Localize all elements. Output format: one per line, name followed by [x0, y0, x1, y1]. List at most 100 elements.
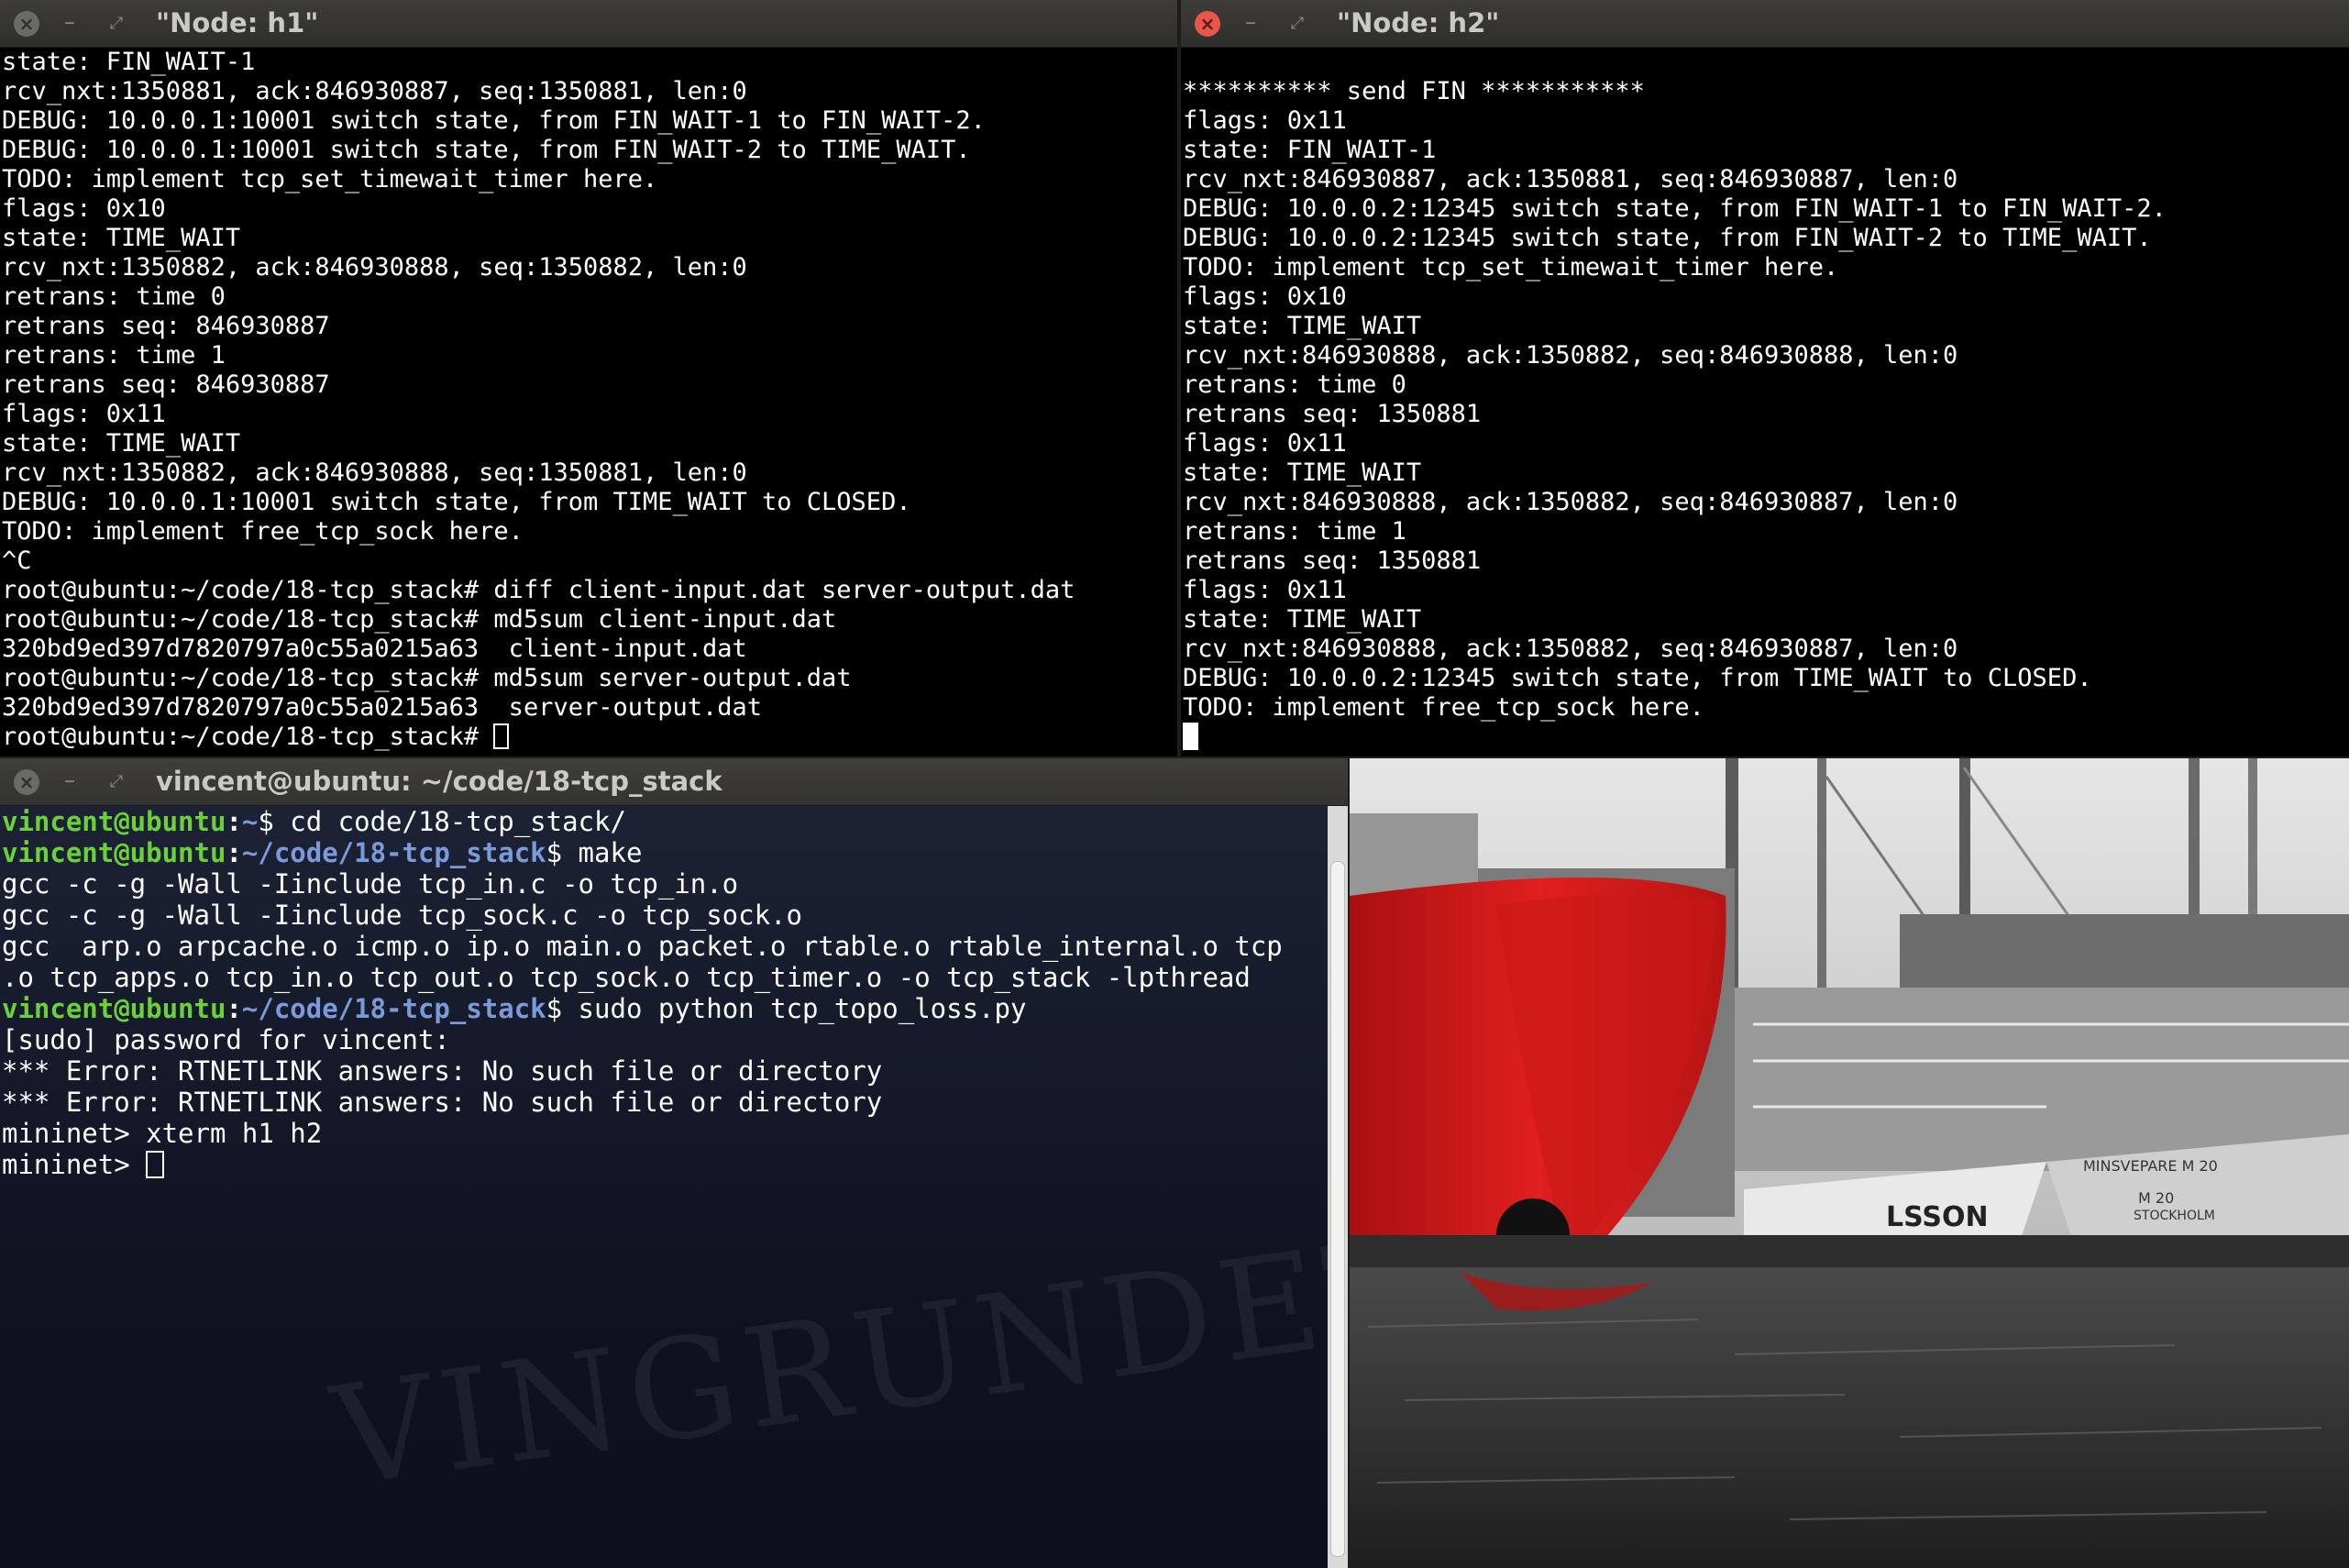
output-line: DEBUG: 10.0.0.1:10001 switch state, from… [2, 488, 911, 516]
output-line: flags: 0x11 [1183, 576, 1347, 604]
window-title: vincent@ubuntu: ~/code/18-tcp_stack [156, 766, 722, 797]
output-line: TODO: implement free_tcp_sock here. [1183, 693, 1704, 722]
maximize-icon[interactable]: ⤢ [1285, 11, 1310, 37]
output-lines: ********** send FIN *********** flags: 0x… [1181, 48, 2349, 723]
output-line: TODO: implement tcp_set_timewait_timer h… [1183, 253, 1839, 282]
output-line: state: FIN_WAIT-1 [1183, 136, 1437, 164]
boat-number: M 20 [2138, 1189, 2174, 1207]
output-line: flags: 0x11 [1183, 429, 1347, 458]
scrollbar[interactable] [1328, 806, 1348, 1568]
output-line: DEBUG: 10.0.0.2:12345 switch state, from… [1183, 194, 2167, 223]
xterm-window-h2[interactable]: × – ⤢ "Node: h2" ********** send FIN ***… [1181, 0, 2349, 756]
terminal-output[interactable]: state: FIN_WAIT-1 rcv_nxt:1350881, ack:84… [0, 48, 1177, 756]
prompt-line: root@ubuntu:~/code/18-tcp_stack# [0, 723, 1177, 752]
output-line: rcv_nxt:1350882, ack:846930888, seq:1350… [2, 253, 747, 282]
output-line: DEBUG: 10.0.0.1:10001 switch state, from… [2, 106, 986, 135]
close-icon[interactable]: × [14, 769, 39, 795]
output-line: state: TIME_WAIT [2, 429, 241, 458]
output-line: gcc arp.o arpcache.o icmp.o ip.o main.o … [2, 931, 1283, 962]
window-title: "Node: h1" [156, 7, 319, 39]
titlebar[interactable]: × – ⤢ vincent@ubuntu: ~/code/18-tcp_stac… [0, 758, 1348, 806]
output-line: .o tcp_apps.o tcp_in.o tcp_out.o tcp_soc… [2, 962, 1251, 993]
close-icon[interactable]: × [14, 11, 39, 37]
xterm-window-h1[interactable]: × – ⤢ "Node: h1" state: FIN_WAIT-1 rcv_nx… [0, 0, 1177, 756]
output-line: retrans: time 1 [2, 341, 226, 370]
maximize-icon[interactable]: ⤢ [104, 11, 129, 37]
text-cursor [1183, 723, 1198, 750]
output-line: flags: 0x11 [1183, 106, 1347, 135]
output-line: state: TIME_WAIT [1183, 605, 1422, 634]
command: $ cd code/18-tcp_stack/ [258, 806, 626, 837]
minimize-icon[interactable]: – [1238, 11, 1263, 37]
close-icon[interactable]: × [1195, 11, 1220, 37]
output-line: mininet> xterm h1 h2 [2, 1118, 323, 1149]
boat-name: MINSVEPARE M 20 [2083, 1157, 2218, 1175]
quay [1350, 1235, 2349, 1272]
prompt-path: ~/code/18-tcp_stack [241, 837, 546, 868]
output-line: rcv_nxt:1350881, ack:846930887, seq:1350… [2, 77, 747, 105]
output-line: retrans: time 0 [2, 282, 226, 311]
output-line: root@ubuntu:~/code/18-tcp_stack# md5sum … [2, 664, 852, 692]
output-line: gcc -c -g -Wall -Iinclude tcp_sock.c -o … [2, 900, 802, 931]
output-line: ********** send FIN *********** [1183, 77, 1645, 105]
output-line: retrans seq: 846930887 [2, 370, 330, 399]
run-output: [sudo] password for vincent: *** Error: R… [0, 1024, 1348, 1149]
output-lines: state: FIN_WAIT-1 rcv_nxt:1350881, ack:84… [0, 48, 1177, 723]
text-cursor [493, 723, 510, 749]
maximize-icon[interactable]: ⤢ [104, 769, 129, 795]
ship-name: LSSON [1886, 1201, 1989, 1233]
output-line: rcv_nxt:1350882, ack:846930888, seq:1350… [2, 458, 747, 487]
output-line: rcv_nxt:846930888, ack:1350882, seq:8469… [1183, 341, 1958, 370]
output-line: rcv_nxt:846930888, ack:1350882, seq:8469… [1183, 488, 1958, 516]
command-line: vincent@ubuntu:~/code/18-tcp_stack$ make [2, 837, 643, 868]
output-line: TODO: implement free_tcp_sock here. [2, 517, 524, 546]
gnome-terminal-window[interactable]: × – ⤢ vincent@ubuntu: ~/code/18-tcp_stac… [0, 758, 1348, 1568]
titlebar[interactable]: × – ⤢ "Node: h2" [1181, 0, 2349, 48]
prompt-user: vincent@ubuntu [2, 806, 226, 837]
water [1350, 1267, 2349, 1568]
output-line: DEBUG: 10.0.0.2:12345 switch state, from… [1183, 664, 2092, 692]
command: $ sudo python tcp_topo_loss.py [546, 993, 1027, 1024]
output-line: flags: 0x10 [2, 194, 166, 223]
background-watermark: VINGRUNDET [324, 1207, 1348, 1518]
output-line: state: TIME_WAIT [2, 224, 241, 252]
mininet-prompt: mininet> [2, 1149, 147, 1180]
output-line: TODO: implement tcp_set_timewait_timer h… [2, 165, 658, 193]
minimize-icon[interactable]: – [57, 11, 83, 37]
make-output: gcc -c -g -Wall -Iinclude tcp_in.c -o tc… [0, 868, 1348, 993]
output-line: flags: 0x10 [1183, 282, 1347, 311]
output-line: [sudo] password for vincent: [2, 1024, 450, 1055]
minimize-icon[interactable]: – [57, 769, 83, 795]
desktop-wallpaper: LSSON MINSVEPARE M 20 M 20 STOCKHOLM [1350, 758, 2349, 1568]
output-line: ^C [2, 547, 32, 575]
terminal-output[interactable]: VINGRUNDET vincent@ubuntu:~$ cd code/18-… [0, 806, 1348, 1568]
output-line: rcv_nxt:846930887, ack:1350881, seq:8469… [1183, 165, 1958, 193]
output-line: DEBUG: 10.0.0.2:12345 switch state, from… [1183, 224, 2152, 252]
output-line: *** Error: RTNETLINK answers: No such fi… [2, 1087, 883, 1118]
prompt-user: vincent@ubuntu [2, 993, 226, 1024]
output-line: *** Error: RTNETLINK answers: No such fi… [2, 1055, 883, 1087]
output-line: state: TIME_WAIT [1183, 458, 1422, 487]
output-line: 320bd9ed397d7820797a0c55a0215a63 server-… [2, 693, 763, 722]
terminal-output[interactable]: ********** send FIN *********** flags: 0x… [1181, 48, 2349, 756]
command-line: vincent@ubuntu:~$ cd code/18-tcp_stack/ [2, 806, 626, 837]
output-line: rcv_nxt:846930888, ack:1350882, seq:8469… [1183, 635, 1958, 663]
output-line: flags: 0x11 [2, 400, 166, 428]
boat-home: STOCKHOLM [2134, 1209, 2215, 1223]
output-line: root@ubuntu:~/code/18-tcp_stack# md5sum … [2, 605, 837, 634]
prompt-path: ~/code/18-tcp_stack [241, 993, 546, 1024]
text-cursor [146, 1151, 165, 1178]
prompt-line [1181, 723, 2349, 752]
prompt-user: vincent@ubuntu [2, 837, 226, 868]
output-line: retrans: time 1 [1183, 517, 1406, 546]
scrollbar-thumb[interactable] [1330, 861, 1345, 1557]
shell-prompt: root@ubuntu:~/code/18-tcp_stack# [2, 723, 494, 751]
output-line: retrans seq: 1350881 [1183, 400, 1482, 428]
output-line: retrans: time 0 [1183, 370, 1406, 399]
output-line: retrans seq: 846930887 [2, 312, 330, 340]
output-line: state: TIME_WAIT [1183, 312, 1422, 340]
window-title: "Node: h2" [1337, 7, 1500, 39]
prompt-path: ~ [241, 806, 259, 837]
titlebar[interactable]: × – ⤢ "Node: h1" [0, 0, 1177, 48]
